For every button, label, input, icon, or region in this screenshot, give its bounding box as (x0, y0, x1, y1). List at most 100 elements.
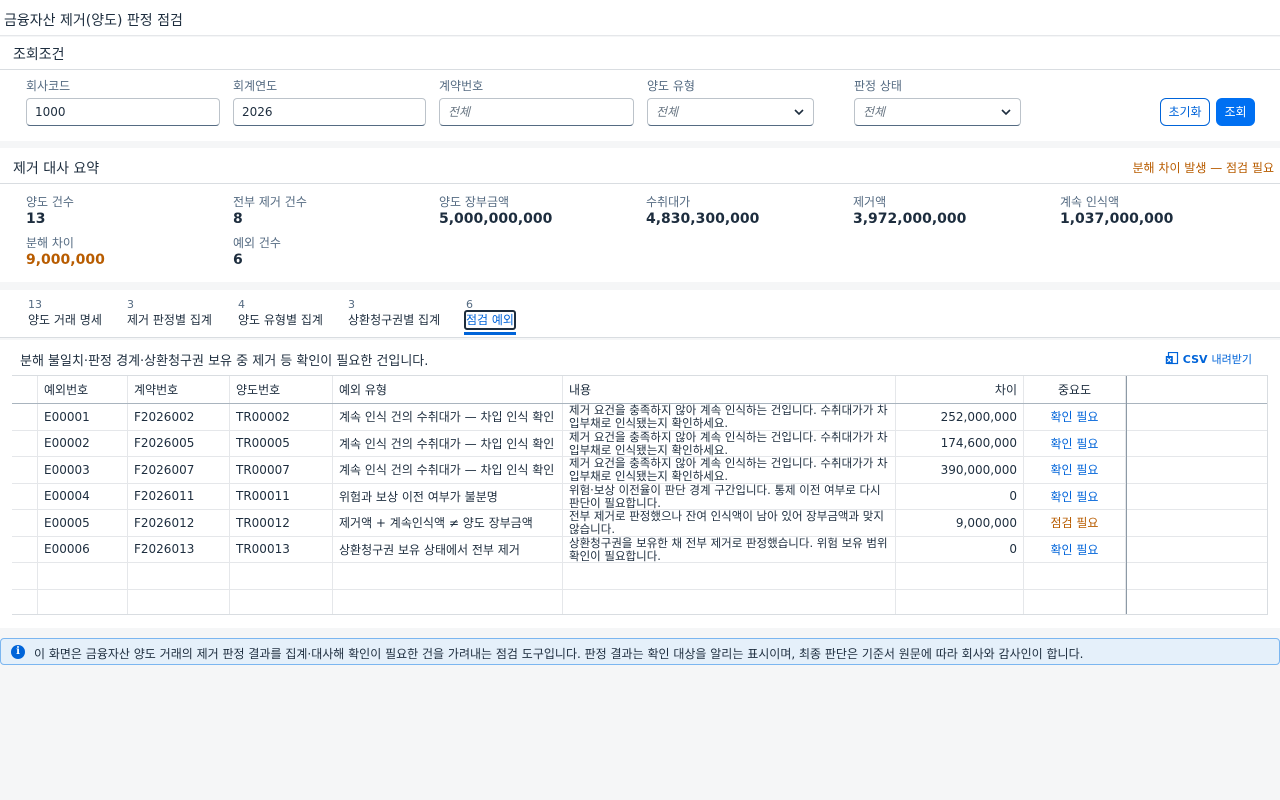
empty-cell (333, 563, 563, 589)
exception-content: 상환청구권을 보유한 채 전부 제거로 판정했습니다. 위험 보유 범위 확인이… (563, 536, 896, 562)
column-header[interactable]: 중요도 (1024, 376, 1126, 403)
search-button[interactable]: 조회 (1216, 98, 1255, 126)
empty-cell (12, 563, 38, 589)
column-header[interactable]: 차이 (896, 376, 1024, 403)
exception-type: 계속 인식 건의 수취대가 — 차입 인식 확인 (333, 457, 563, 483)
empty-cell (38, 563, 128, 589)
exception-id: E00004 (38, 483, 128, 509)
exceptions-content: 분해 불일치·판정 경계·상환청구권 보유 중 제거 등 확인이 필요한 건입니… (0, 340, 1280, 628)
row-selector[interactable] (12, 536, 38, 562)
severity-cell: 확인 필요 (1024, 536, 1126, 562)
transfer-type-select[interactable]: 전체 (647, 98, 814, 126)
severity-link-warning[interactable]: 점검 필요 (1051, 514, 1099, 531)
exception-content: 제거 요건을 충족하지 않아 계속 인식하는 건입니다. 수취대가가 차입부채로… (563, 404, 896, 430)
severity-link[interactable]: 확인 필요 (1051, 461, 1099, 478)
row-selector-header (12, 376, 38, 403)
severity-cell: 확인 필요 (1024, 457, 1126, 483)
reset-button[interactable]: 초기화 (1160, 98, 1210, 126)
fiscal-year-input[interactable]: 2026 (233, 98, 426, 126)
table-row[interactable]: E00004 F2026011 TR00011 위험과 보상 이전 여부가 불분… (12, 483, 1267, 510)
active-tab-indicator (464, 332, 516, 335)
transfer-no: TR00013 (230, 536, 333, 562)
exception-id: E00005 (38, 510, 128, 536)
severity-link[interactable]: 확인 필요 (1051, 435, 1099, 452)
severity-link[interactable]: 확인 필요 (1051, 541, 1099, 558)
severity-link[interactable]: 확인 필요 (1051, 408, 1099, 425)
empty-cell (896, 589, 1024, 614)
tab-label: 양도 거래 명세 (28, 313, 102, 327)
empty-cell (128, 563, 230, 589)
csv-download-label: 내려받기 (1211, 353, 1252, 366)
exception-type: 상환청구권 보유 상태에서 전부 제거 (333, 536, 563, 562)
exception-content: 전부 제거로 판정했으나 잔여 인식액이 남아 있어 장부금액과 맞지 않습니다… (563, 510, 896, 536)
chevron-down-icon (794, 109, 804, 116)
contract-no: F2026007 (128, 457, 230, 483)
kpi-label: 예외 건수 (233, 236, 281, 250)
exception-type: 위험과 보상 이전 여부가 불분명 (333, 483, 563, 509)
tab-label: 제거 판정별 집계 (127, 313, 212, 327)
transfer-type-label: 양도 유형 (647, 79, 695, 93)
column-header[interactable]: 내용 (563, 376, 896, 403)
kpi-label: 계속 인식액 (1060, 195, 1120, 209)
kpi-value: 13 (26, 211, 46, 227)
table-row[interactable]: E00002 F2026005 TR00005 계속 인식 건의 수취대가 — … (12, 430, 1267, 457)
exception-type: 제거액 + 계속인식액 ≠ 양도 장부금액 (333, 510, 563, 536)
row-selector[interactable] (12, 510, 38, 536)
filter-panel-title: 조회조건 (13, 47, 65, 63)
kpi-label: 분해 차이 (26, 236, 74, 250)
tab-bar: 13 양도 거래 명세 3 제거 판정별 집계 4 양도 유형별 집계 3 상환… (0, 290, 1280, 338)
row-selector[interactable] (12, 483, 38, 509)
contract-no: F2026002 (128, 404, 230, 430)
tab-exceptions[interactable]: 6 점검 예외 (464, 298, 516, 335)
column-header[interactable]: 예외 유형 (333, 376, 563, 403)
transfer-no: TR00007 (230, 457, 333, 483)
severity-link[interactable]: 확인 필요 (1051, 488, 1099, 505)
row-selector[interactable] (12, 404, 38, 430)
row-selector[interactable] (12, 430, 38, 456)
difference-amount: 252,000,000 (896, 404, 1024, 430)
table-row[interactable]: E00006 F2026013 TR00013 상환청구권 보유 상태에서 전부… (12, 536, 1267, 563)
transfer-no: TR00005 (230, 430, 333, 456)
contract-no: F2026013 (128, 536, 230, 562)
company-code-input[interactable]: 1000 (26, 98, 220, 126)
contract-no-input[interactable]: 전체 (439, 98, 634, 126)
severity-cell: 확인 필요 (1024, 404, 1126, 430)
table-header: 예외번호 계약번호 양도번호 예외 유형 내용 차이 중요도 (12, 376, 1267, 404)
transfer-no: TR00002 (230, 404, 333, 430)
table-row[interactable]: E00001 F2026002 TR00002 계속 인식 건의 수취대가 — … (12, 404, 1267, 431)
summary-panel-title: 제거 대사 요약 (13, 161, 100, 177)
column-header[interactable]: 양도번호 (230, 376, 333, 403)
contract-no: F2026011 (128, 483, 230, 509)
tab-by-transfer-type[interactable]: 4 양도 유형별 집계 (238, 298, 323, 334)
exception-content: 제거 요건을 충족하지 않아 계속 인식하는 건입니다. 수취대가가 차입부채로… (563, 457, 896, 483)
tab-by-recourse[interactable]: 3 상환청구권별 집계 (348, 298, 440, 334)
company-code-label: 회사코드 (26, 79, 71, 93)
empty-cell (128, 589, 230, 614)
transfer-no: TR00012 (230, 510, 333, 536)
tab-by-judgment[interactable]: 3 제거 판정별 집계 (127, 298, 212, 334)
exception-content: 제거 요건을 충족하지 않아 계속 인식하는 건입니다. 수취대가가 차입부채로… (563, 430, 896, 456)
table-row[interactable]: E00005 F2026012 TR00012 제거액 + 계속인식액 ≠ 양도… (12, 510, 1267, 537)
judgment-status-select[interactable]: 전체 (854, 98, 1021, 126)
empty-cell (333, 589, 563, 614)
severity-cell: 확인 필요 (1024, 430, 1126, 456)
empty-cell (1024, 563, 1126, 589)
exception-id: E00001 (38, 404, 128, 430)
csv-download-button[interactable]: CSV 내려받기 (1165, 351, 1252, 367)
column-header[interactable]: 계약번호 (128, 376, 230, 403)
kpi-value: 3,972,000,000 (853, 211, 967, 227)
difference-amount: 174,600,000 (896, 430, 1024, 456)
exception-content: 위험·보상 이전율이 판단 경계 구간입니다. 통제 이전 여부로 다시 판단이… (563, 483, 896, 509)
page-title: 금융자산 제거(양도) 판정 점검 (4, 13, 183, 29)
spreadsheet-icon (1165, 352, 1178, 365)
column-header[interactable]: 예외번호 (38, 376, 128, 403)
empty-row (12, 563, 1267, 590)
tab-label: 상환청구권별 집계 (348, 313, 441, 327)
row-selector[interactable] (12, 457, 38, 483)
kpi-value: 8 (233, 211, 243, 227)
table-column-edge (1126, 376, 1127, 614)
tab-transactions[interactable]: 13 양도 거래 명세 (28, 298, 102, 334)
exception-type: 계속 인식 건의 수취대가 — 차입 인식 확인 (333, 430, 563, 456)
table-row[interactable]: E00003 F2026007 TR00007 계속 인식 건의 수취대가 — … (12, 457, 1267, 484)
difference-amount: 0 (896, 536, 1024, 562)
